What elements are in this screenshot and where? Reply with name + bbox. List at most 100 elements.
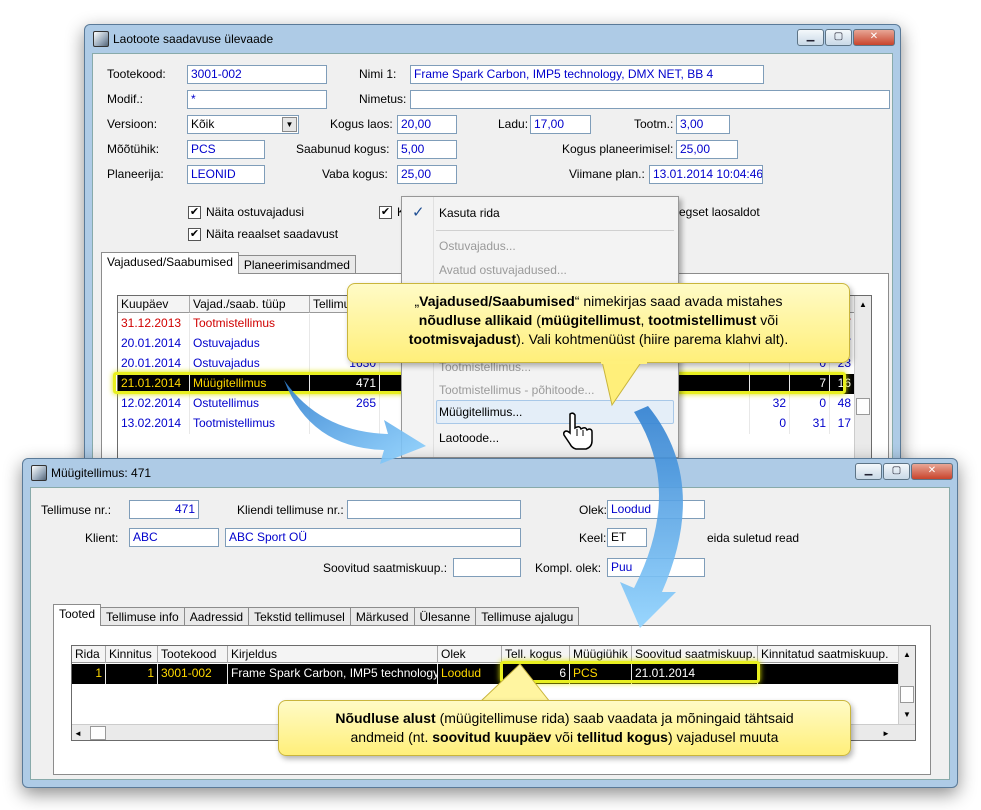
show-purchase-needs-checkbox[interactable]: ✔ [188,206,201,219]
scroll-down-icon-2[interactable]: ▼ [899,706,915,723]
hand-cursor-icon [563,412,593,450]
tab-tekstid[interactable]: Tekstid tellimusel [248,607,351,626]
tab-vajadused[interactable]: Vajadused/Saabumised [101,252,239,274]
scroll-thumb-2[interactable] [900,686,914,703]
cell-kinnitus: 1 [106,664,158,684]
hscroll-thumb[interactable] [90,726,106,740]
scroll-thumb[interactable] [856,398,870,415]
callout1-bold-e: tootmisvajadust [408,331,517,347]
scroll-up-icon-2[interactable]: ▲ [899,646,915,663]
callout1-text-b: “ nimekirjas saad avada mistahes [574,293,783,309]
col-rida[interactable]: Rida [72,646,106,663]
version-select[interactable]: Kõik ▼ [187,115,299,134]
tab-planeerimisandmed[interactable]: Planeerimisandmed [237,255,356,274]
kogus-laos-field[interactable]: 20,00 [397,115,457,134]
col-myygiyhik[interactable]: Müügiühik [570,646,632,663]
cell-yhik: PCS [570,664,632,684]
vaba-field[interactable]: 25,00 [397,165,457,184]
cell-c1: 0 [750,414,790,434]
callout1-bold-d: tootmistellimust [648,312,757,328]
cell-c2: 31 [790,414,830,434]
tab-ajalugu[interactable]: Tellimuse ajalugu [475,607,580,626]
tootm-field[interactable]: 3,00 [676,115,730,134]
callout2-text-b: andmeid (nt. [350,729,433,745]
col-tootekood[interactable]: Tootekood [158,646,228,663]
tabbar: Vajadused/Saabumised Planeerimisandmed [101,252,356,274]
col-kirjeldus[interactable]: Kirjeldus [228,646,438,663]
label-chk4-tail: egset laosaldot [679,205,760,219]
callout1-text-e: või [756,312,779,328]
menu-item-laotoode[interactable]: Laotoode... [439,431,499,445]
planeerija-field[interactable]: LEONID [187,165,265,184]
col-kuupaev[interactable]: Kuupäev [118,296,190,313]
tab-ylesanne[interactable]: Ülesanne [413,607,477,626]
close-button[interactable]: ✕ [853,29,895,46]
tab-aadressid[interactable]: Aadressid [183,607,250,626]
callout2-text-c: või [551,729,577,745]
soovitud-field[interactable] [453,558,521,577]
klient-code-field[interactable]: ABC [129,528,219,547]
ladu-field[interactable]: 17,00 [530,115,591,134]
cell-type: Ostuvajadus [190,334,310,354]
maximize-button[interactable]: ▢ [825,29,852,46]
label-chk1: Näita ostuvajadusi [206,205,305,219]
label-mootuhik: Mõõtühik: [107,142,160,156]
label-version: Versioon: [107,117,158,131]
callout2-text-d: ) vajadusel muuta [667,729,779,745]
scroll-up-icon[interactable]: ▲ [855,296,871,313]
window-title: Laotoote saadavuse ülevaade [113,32,274,46]
grid-scrollbar[interactable]: ▲ [854,296,871,459]
nimi1-field[interactable]: Frame Spark Carbon, IMP5 technology, DMX… [410,65,764,84]
label-kogus-plan: Kogus planeerimisel: [562,142,674,156]
grid-scrollbar-2[interactable]: ▲ ▼ [898,646,915,724]
menu-item-kasuta-rida[interactable]: ✓ Kasuta rida [404,200,676,226]
show-real-availability-checkbox[interactable]: ✔ [188,228,201,241]
third-checkbox[interactable]: ✔ [379,206,392,219]
col-tell-kogus[interactable]: Tell. kogus [502,646,570,663]
saabunud-field[interactable]: 5,00 [397,140,457,159]
klient-name-field[interactable]: ABC Sport OÜ [225,528,521,547]
col-olek[interactable]: Olek [438,646,502,663]
tellimuse-nr-field[interactable]: 471 [129,500,199,519]
cell-last: 17 [830,414,855,434]
app-icon [93,31,109,47]
kliendi-tell-field[interactable] [347,500,521,519]
modif-field[interactable]: * [187,90,327,109]
minimize-button-2[interactable]: ▁ [855,463,882,480]
col-kinnitatud[interactable]: Kinnitatud saatmiskuup. [758,646,900,663]
cell-tootekood: 3001-002 [158,664,228,684]
tab-tellimuse-info[interactable]: Tellimuse info [100,607,185,626]
col-soovitud[interactable]: Soovitud saatmiskuup. [632,646,758,663]
scroll-left-icon[interactable]: ◄ [74,725,82,740]
col-tyyp[interactable]: Vajad./saab. tüüp [190,296,310,313]
kogus-plan-field[interactable]: 25,00 [676,140,738,159]
arrow-left-curve [284,380,426,464]
label-suletud-tail: eida suletud read [707,531,800,545]
window-title-2: Müügitellimus: 471 [51,466,152,480]
viimane-field[interactable]: 13.01.2014 10:04:46 [649,165,763,184]
menu-item-myygitellimus[interactable]: Müügitellimus... [439,405,522,419]
menu-item-avatud-ostuvajadused[interactable]: Avatud ostuvajadused... [439,263,567,277]
cell-type: Ostuvajadus [190,354,310,374]
mootuhik-field[interactable]: PCS [187,140,265,159]
label-kompl: Kompl. olek: [535,561,602,575]
close-button-2[interactable]: ✕ [911,463,953,480]
minimize-button[interactable]: ▁ [797,29,824,46]
label-saabunud: Saabunud kogus: [296,142,390,156]
callout1-pointer [601,361,647,407]
info-callout-2: Nõudluse alust (müügitellimuse rida) saa… [278,700,851,756]
tab-markused[interactable]: Märkused [349,607,415,626]
col-kinnitus[interactable]: Kinnitus [106,646,158,663]
cell-c2: 0 [790,394,830,414]
label-kogus-laos: Kogus laos: [330,117,393,131]
app-icon-2 [31,465,47,481]
callout1-text-c: ( [532,312,541,328]
maximize-button-2[interactable]: ▢ [883,463,910,480]
tootekood-field[interactable]: 3001-002 [187,65,327,84]
scroll-right-icon[interactable]: ► [882,725,890,740]
menu-item-tootmistellimus-pohitoode[interactable]: Tootmistellimus - põhitoode... [439,383,594,397]
nimetus-field[interactable] [410,90,890,109]
tab-tooted[interactable]: Tooted [53,604,102,626]
menu-item-ostuvajadus[interactable]: Ostuvajadus... [439,239,516,253]
callout2-bold-c: tellitud kogus [576,729,668,745]
